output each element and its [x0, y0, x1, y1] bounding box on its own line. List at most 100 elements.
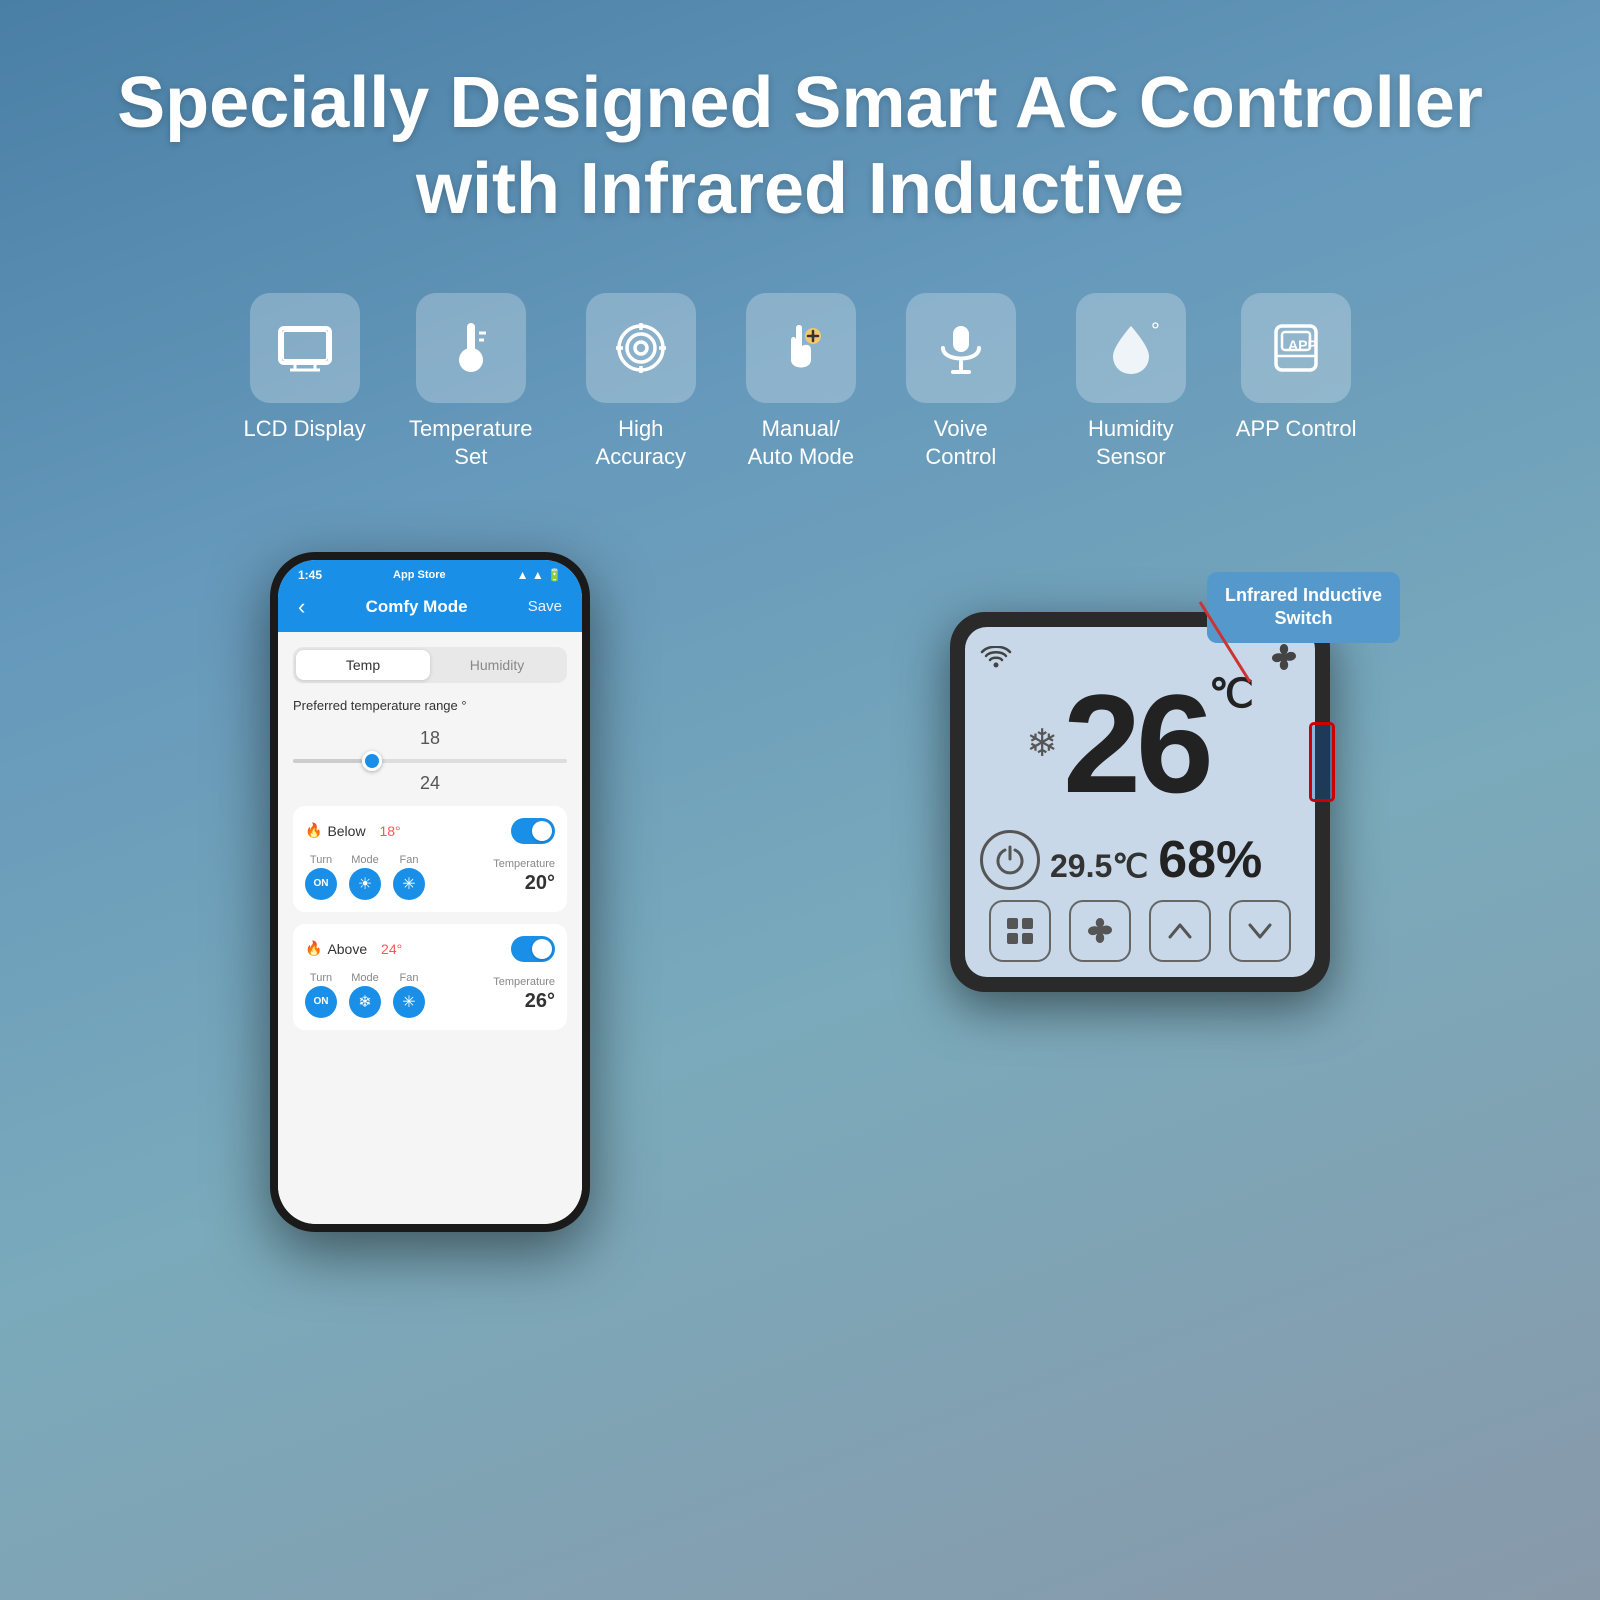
- below-fan-btn[interactable]: ✳: [393, 868, 425, 900]
- temperature-label: Temperature: [493, 858, 555, 870]
- mode-label: Mode: [351, 854, 379, 866]
- feature-manual-auto: Manual/Auto Mode: [746, 293, 856, 472]
- save-button[interactable]: Save: [528, 598, 562, 615]
- fan-button[interactable]: [1069, 900, 1131, 962]
- below-mode-btn[interactable]: ☀: [349, 868, 381, 900]
- voice-control-label: Voive Control: [896, 415, 1026, 472]
- manual-auto-icon: [746, 293, 856, 403]
- above-title: 🔥 Above 24°: [305, 940, 402, 957]
- below-controls: Turn ON Mode ☀: [305, 854, 555, 900]
- manual-auto-label: Manual/Auto Mode: [748, 415, 854, 472]
- above-mode-group: Mode ❄: [349, 972, 381, 1018]
- tab-temp[interactable]: Temp: [296, 650, 430, 680]
- main-temp: 26: [1063, 674, 1209, 814]
- above-on-label: ON: [314, 996, 329, 1007]
- sub-temps: 29.5℃ 68%: [1050, 830, 1262, 890]
- above-fan-group: Fan ✳: [393, 972, 425, 1018]
- device-container: Lnfrared Inductive Switch: [950, 612, 1330, 992]
- humidity-sensor-label: Humidity Sensor: [1066, 415, 1196, 472]
- phone-body: Temp Humidity Preferred temperature rang…: [278, 632, 582, 1224]
- time-display: 1:45: [298, 568, 322, 582]
- voice-control-icon: [906, 293, 1016, 403]
- above-temperature-label: Temperature: [493, 976, 555, 988]
- nav-title: Comfy Mode: [366, 597, 468, 617]
- carrier-display: App Store: [393, 569, 446, 581]
- below-on-btn[interactable]: ON: [305, 868, 337, 900]
- feature-temperature-set: Temperature Set: [406, 293, 536, 472]
- above-turn-label: Turn: [310, 972, 332, 984]
- below-toggle[interactable]: [511, 818, 555, 844]
- slider-container[interactable]: [293, 759, 567, 763]
- status-bar: 1:45 App Store ▲ ▲ 🔋: [278, 560, 582, 586]
- down-button[interactable]: [1229, 900, 1291, 962]
- below-title: 🔥 Below 18°: [305, 822, 401, 839]
- above-fan-btn[interactable]: ✳: [393, 986, 425, 1018]
- main-content: 1:45 App Store ▲ ▲ 🔋 ‹ Comfy Mode Save T…: [0, 512, 1600, 1252]
- above-turn-group: Turn ON: [305, 972, 337, 1018]
- below-temp: 18°: [379, 823, 400, 839]
- slider-track: [293, 759, 567, 763]
- below-condition-block: 🔥 Below 18° Turn ON: [293, 806, 567, 912]
- above-toggle[interactable]: [511, 936, 555, 962]
- high-accuracy-label: High Accuracy: [576, 415, 706, 472]
- features-row: LCD Display Temperature Set: [0, 273, 1600, 492]
- feature-high-accuracy: High Accuracy: [576, 293, 706, 472]
- up-button[interactable]: [1149, 900, 1211, 962]
- feature-humidity-sensor: ° Humidity Sensor: [1066, 293, 1196, 472]
- lcd-display-icon: [250, 293, 360, 403]
- above-temp: 24°: [381, 941, 402, 957]
- lcd-display-label: LCD Display: [244, 415, 366, 444]
- ac-buttons-row: [980, 900, 1300, 962]
- feature-app-control: APP APP Control: [1236, 293, 1357, 472]
- ac-bottom-section: 29.5℃ 68%: [980, 830, 1300, 890]
- above-on-btn[interactable]: ON: [305, 986, 337, 1018]
- below-mode-group: Mode ☀: [349, 854, 381, 900]
- header: Specially Designed Smart AC Controller w…: [0, 0, 1600, 273]
- menu-button[interactable]: [989, 900, 1051, 962]
- phone-mockup: 1:45 App Store ▲ ▲ 🔋 ‹ Comfy Mode Save T…: [270, 552, 590, 1232]
- on-label: ON: [314, 878, 329, 889]
- above-set-temp: 26°: [525, 990, 555, 1013]
- phone-screen: 1:45 App Store ▲ ▲ 🔋 ‹ Comfy Mode Save T…: [278, 560, 582, 1224]
- app-control-icon: APP: [1241, 293, 1351, 403]
- title-line2: with Infrared Inductive: [416, 149, 1184, 229]
- main-title: Specially Designed Smart AC Controller w…: [100, 60, 1500, 233]
- above-controls: Turn ON Mode ❄: [305, 972, 555, 1018]
- high-accuracy-icon: [586, 293, 696, 403]
- below-temp-group: Temperature 20°: [493, 858, 555, 895]
- feature-lcd-display: LCD Display: [244, 293, 366, 472]
- tab-bar: Temp Humidity: [293, 647, 567, 683]
- above-mode-label: Mode: [351, 972, 379, 984]
- temperature-set-label: Temperature Set: [406, 415, 536, 472]
- svg-text:°: °: [1151, 318, 1160, 343]
- fan-label: Fan: [400, 854, 419, 866]
- feature-voice-control: Voive Control: [896, 293, 1026, 472]
- below-fan-group: Fan ✳: [393, 854, 425, 900]
- humidity-display: 68%: [1158, 830, 1262, 890]
- condition-header-above: 🔥 Above 24°: [305, 936, 555, 962]
- temp-high-value: 24: [293, 773, 567, 794]
- above-mode-btn[interactable]: ❄: [349, 986, 381, 1018]
- below-set-temp: 20°: [525, 872, 555, 895]
- sub-temp: 29.5℃: [1050, 847, 1148, 885]
- title-line1: Specially Designed Smart AC Controller: [117, 63, 1483, 143]
- back-button[interactable]: ‹: [298, 594, 305, 620]
- turn-label: Turn: [310, 854, 332, 866]
- slider-fill: [293, 759, 362, 763]
- wifi-icon: [980, 646, 1012, 670]
- condition-header-below: 🔥 Below 18°: [305, 818, 555, 844]
- tab-humidity[interactable]: Humidity: [430, 650, 564, 680]
- signal-icons: ▲ ▲ 🔋: [517, 568, 562, 582]
- infrared-annotation: Lnfrared Inductive Switch: [1207, 572, 1400, 643]
- slider-thumb[interactable]: [362, 751, 382, 771]
- power-button[interactable]: [980, 830, 1040, 890]
- temperature-set-icon: [416, 293, 526, 403]
- below-turn-group: Turn ON: [305, 854, 337, 900]
- section-title: Preferred temperature range °: [293, 698, 567, 713]
- humidity-sensor-icon: °: [1076, 293, 1186, 403]
- app-control-label: APP Control: [1236, 415, 1357, 444]
- above-fan-label: Fan: [400, 972, 419, 984]
- temp-low-value: 18: [293, 728, 567, 749]
- phone-container: 1:45 App Store ▲ ▲ 🔋 ‹ Comfy Mode Save T…: [270, 552, 590, 1232]
- spacer: [670, 532, 870, 632]
